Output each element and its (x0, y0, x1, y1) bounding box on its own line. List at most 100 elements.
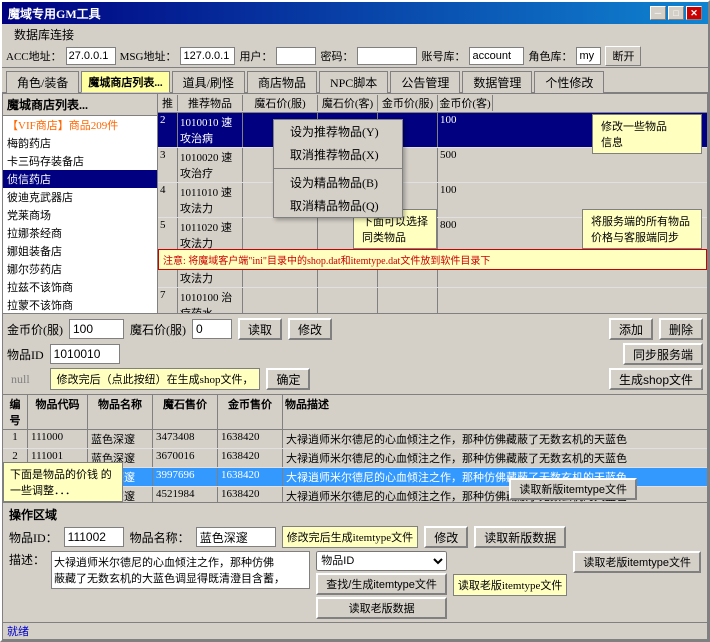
bottom-row-1[interactable]: 1 111000 蓝色深邃 3473408 1638420 大禄逍师米尔德尼的心… (3, 430, 707, 449)
read-old-btn[interactable]: 读取老版数据 (316, 597, 447, 619)
read-new-itemtype-area: 读取新版itemtype文件 (509, 478, 637, 500)
ms-price-label: 魔石价(服) (130, 321, 186, 338)
ms-price-input[interactable] (192, 319, 232, 339)
shop-list[interactable]: 【VIF商店】商品209件 梅韵药店 卡三码存装备店 侦信药店 彼迪克武器店 党… (3, 116, 157, 313)
col-gold: 金币售价 (218, 395, 283, 429)
read-button[interactable]: 读取 (238, 318, 282, 340)
ctx-separator (274, 168, 402, 169)
gold-price-input[interactable] (69, 319, 124, 339)
status-bar: 就绪 (3, 622, 707, 639)
shop-item-selected[interactable]: 侦信药店 (3, 170, 157, 188)
add-button[interactable]: 添加 (609, 318, 653, 340)
shop-item-5[interactable]: 拉娜茶经商 (3, 224, 157, 242)
top-section: 魔城商店列表... 【VIF商店】商品209件 梅韵药店 卡三码存装备店 侦信药… (3, 94, 707, 314)
right-panel: 推 推荐物品 魔石价(服) 魔石价(客) 金币价(服) 金币价(客) 2 101… (158, 94, 707, 313)
ctx-set-quality[interactable]: 设为精品物品(B) (274, 171, 402, 194)
col-gold-cli: 金币价(客) (438, 95, 493, 111)
col-desc: 物品描述 (283, 395, 707, 429)
ops-product-id-input[interactable] (64, 527, 124, 547)
menu-bar: 数据库连接 (2, 24, 708, 44)
tooltip-price-adjust: 下面是物品的价钱 的一些调整．．． (3, 462, 123, 502)
maximize-button[interactable]: □ (668, 6, 684, 20)
col-ms-srv: 魔石价(服) (243, 95, 318, 111)
ctx-cancel-quality[interactable]: 取消精品物品(Q) (274, 194, 402, 217)
middle-row-3: null 修改完后（点此按纽）在生成shop文件， 确定 生成shop文件 (7, 368, 703, 390)
connect-button[interactable]: 断开 (605, 46, 641, 66)
tab-npc[interactable]: NPC脚本 (319, 71, 388, 93)
shop-item-6[interactable]: 娜姐装备店 (3, 242, 157, 260)
menu-item-db[interactable]: 数据库连接 (6, 24, 82, 45)
close-button[interactable]: ✕ (686, 6, 702, 20)
desc-label: 描述： (9, 551, 45, 568)
delete-button[interactable]: 删除 (659, 318, 703, 340)
bottom-section: 编号 物品代码 物品名称 魔石售价 金币售价 物品描述 1 111000 蓝色深… (3, 395, 707, 639)
shop-item-2[interactable]: 卡三码存装备店 (3, 152, 157, 170)
acc-input[interactable] (66, 47, 116, 65)
ctx-set-recommend[interactable]: 设为推荐物品(Y) (274, 120, 402, 143)
main-window: 魔域专用GM工具 ─ □ ✕ 数据库连接 ACC地址： MSG地址： 用户： 密… (0, 0, 710, 642)
product-id-dropdown[interactable]: 物品ID (316, 551, 447, 571)
confirm-button[interactable]: 确定 (266, 368, 310, 390)
col-code: 物品代码 (28, 395, 88, 429)
left-panel: 魔城商店列表... 【VIF商店】商品209件 梅韵药店 卡三码存装备店 侦信药… (3, 94, 158, 313)
acc-label: ACC地址： (6, 48, 62, 64)
user-input[interactable] (276, 47, 316, 65)
pwd-input[interactable] (357, 47, 417, 65)
read-new-itemtype-btn[interactable]: 读取新版itemtype文件 (509, 478, 637, 500)
ops-area: 操作区域 物品ID： 物品名称： 修改完后生成itemtype文件 修改 读取新… (3, 502, 707, 622)
shop-item-9[interactable]: 拉蒙不该饰商 (3, 296, 157, 313)
ops-title: 操作区域 (9, 506, 701, 523)
ops-modify-btn[interactable]: 修改 (424, 526, 468, 548)
tab-shop[interactable]: 魔城商店列表... (81, 71, 169, 93)
col-recommend: 推荐物品 (178, 95, 243, 111)
shop-item-4[interactable]: 党莱商场 (3, 206, 157, 224)
shop-item-7[interactable]: 娜尔莎药店 (3, 260, 157, 278)
gold-price-label: 金币价(服) (7, 321, 63, 338)
msg-input[interactable] (180, 47, 235, 65)
product-id-label: 物品ID (7, 346, 44, 363)
shop-item-8[interactable]: 拉兹不该饰商 (3, 278, 157, 296)
user-label: 用户： (239, 48, 272, 64)
pwd-label: 密码： (320, 48, 353, 64)
tab-role[interactable]: 角色/装备 (6, 71, 79, 93)
product-row-6[interactable]: 7 1010100 治疗药水 (158, 288, 707, 313)
col-ms: 魔石售价 (153, 395, 218, 429)
ops-product-name-input[interactable] (196, 527, 276, 547)
toolbar: ACC地址： MSG地址： 用户： 密码： 账号库： 角色库： 断开 (2, 44, 708, 68)
read-old2-btn[interactable]: 读取老版itemtype文件 (573, 551, 701, 573)
desc-textarea[interactable]: 大禄逍师米尔德尼的心血倾注之作，那种仿佛 蔽藏了无数玄机的大蓝色调显得既清澄目含… (51, 551, 310, 589)
note-box: 注意: 将魔域客户端"ini"目录中的shop.dat和itemtype.dat… (158, 249, 707, 270)
ops-product-id-label: 物品ID： (9, 529, 58, 546)
tab-data[interactable]: 数据管理 (462, 71, 532, 93)
tooltip-modify-info: 修改一些物品信息 (592, 114, 702, 154)
ops-read-new-btn[interactable]: 读取新版数据 (474, 526, 566, 548)
db-input[interactable] (469, 47, 524, 65)
shop-item-3[interactable]: 彼迪克武器店 (3, 188, 157, 206)
middle-row-2: 物品ID 同步服务端 (7, 343, 703, 365)
ctx-cancel-recommend[interactable]: 取消推荐物品(X) (274, 143, 402, 166)
role-label: 角色库： (528, 48, 572, 64)
tooltip-server-price: 将服务端的所有物品价格与客服端同步 (582, 209, 702, 249)
context-menu: 设为推荐物品(Y) 取消推荐物品(X) 设为精品物品(B) 取消精品物品(Q) (273, 119, 403, 218)
title-bar: 魔域专用GM工具 ─ □ ✕ (2, 2, 708, 24)
role-input[interactable] (576, 47, 601, 65)
shop-item-1[interactable]: 梅韵药店 (3, 134, 157, 152)
bottom-rows[interactable]: 1 111000 蓝色深邃 3473408 1638420 大禄逍师米尔德尼的心… (3, 430, 707, 502)
main-content: 魔城商店列表... 【VIF商店】商品209件 梅韵药店 卡三码存装备店 侦信药… (2, 93, 708, 640)
read-old-itemtype-note: 读取老版itemtype文件 (453, 574, 568, 596)
tab-item[interactable]: 道具/刷怪 (172, 71, 245, 93)
modify-button[interactable]: 修改 (288, 318, 332, 340)
tab-custom[interactable]: 个性修改 (534, 71, 604, 93)
tab-shop-item[interactable]: 商店物品 (247, 71, 317, 93)
generate-itemtype-note: 修改完后生成itemtype文件 (282, 526, 419, 548)
minimize-button[interactable]: ─ (650, 6, 666, 20)
product-id-input[interactable] (50, 344, 120, 364)
search-generate-btn[interactable]: 查找/生成itemtype文件 (316, 573, 447, 595)
sync-button[interactable]: 同步服务端 (623, 343, 703, 365)
generate-shop-button[interactable]: 生成shop文件 (609, 368, 703, 390)
col-gold-srv: 金币价(服) (378, 95, 438, 111)
shop-item-vip[interactable]: 【VIF商店】商品209件 (3, 116, 157, 134)
tab-announce[interactable]: 公告管理 (390, 71, 460, 93)
status-text: 就绪 (7, 623, 703, 639)
desc-area: 描述： 大禄逍师米尔德尼的心血倾注之作，那种仿佛 蔽藏了无数玄机的大蓝色调显得既… (9, 551, 701, 619)
